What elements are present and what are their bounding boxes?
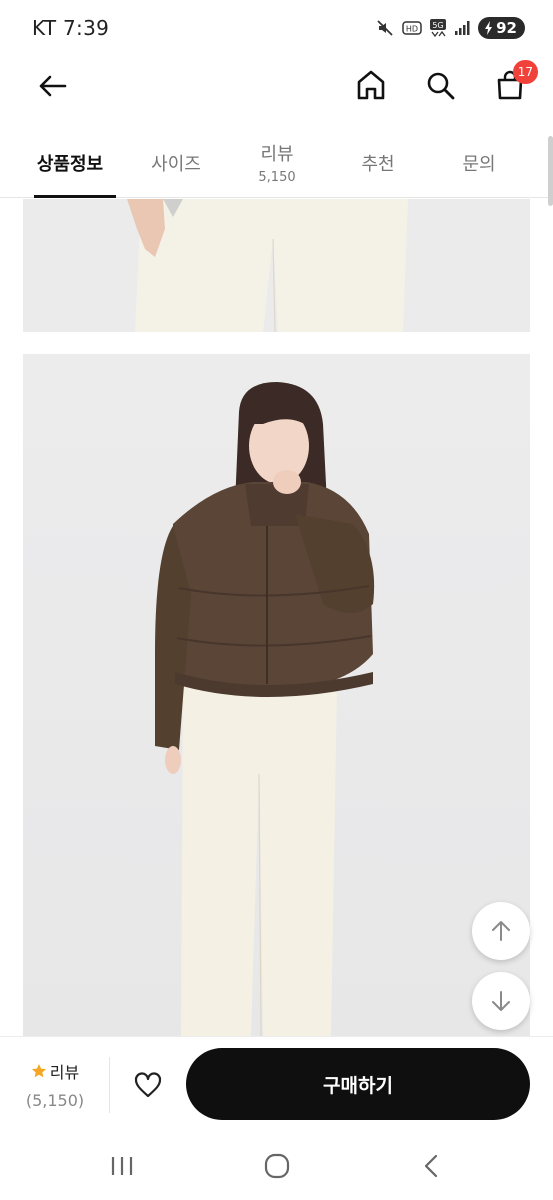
tab-recommend[interactable]: 추천: [342, 128, 414, 197]
wishlist-button[interactable]: [128, 1065, 168, 1105]
signal-icon: [454, 20, 470, 36]
arrow-left-icon: [39, 75, 67, 97]
status-icons: HD 5G 92: [376, 17, 525, 39]
scroll-top-button[interactable]: [472, 902, 530, 960]
review-summary-row: 리뷰: [22, 1059, 88, 1083]
page-scroll-thumb[interactable]: [548, 136, 553, 206]
mute-icon: [376, 19, 394, 37]
purchase-bar: 리뷰 (5,150) 구매하기: [0, 1036, 553, 1132]
home-icon: [357, 70, 385, 100]
network-5g-icon: 5G: [430, 19, 447, 37]
chevron-left-icon: [424, 1154, 438, 1178]
tab-product-info[interactable]: 상품정보: [0, 128, 140, 198]
product-tabs: 상품정보 사이즈 리뷰 5,150 추천 문의: [0, 128, 553, 198]
battery-indicator: 92: [478, 17, 525, 39]
svg-text:5G: 5G: [432, 21, 443, 30]
top-app-bar: 17: [0, 56, 553, 112]
tab-label: 상품정보: [36, 153, 104, 175]
product-image-main: [23, 354, 530, 1036]
home-nav-button[interactable]: [252, 1146, 302, 1186]
system-nav-bar: [0, 1132, 553, 1200]
product-image-top: [23, 199, 530, 332]
star-icon: [31, 1064, 46, 1078]
review-summary[interactable]: 리뷰 (5,150): [22, 1059, 88, 1110]
arrow-down-icon: [492, 991, 510, 1011]
tab-reviews[interactable]: 리뷰 5,150: [212, 128, 342, 197]
status-bar: KT 7:39 HD 5G 92: [0, 0, 553, 56]
heart-icon: [134, 1072, 162, 1098]
scroll-bottom-button[interactable]: [472, 972, 530, 1030]
search-icon: [427, 72, 455, 100]
review-count: (5,150): [25, 1091, 85, 1110]
review-label: 리뷰: [49, 1063, 80, 1082]
arrow-up-icon: [492, 921, 510, 941]
home-circle-icon: [264, 1153, 290, 1179]
recent-apps-button[interactable]: [97, 1146, 147, 1186]
battery-level: 92: [496, 19, 517, 37]
home-button[interactable]: [350, 64, 392, 106]
svg-text:HD: HD: [406, 25, 418, 34]
status-time: KT 7:39: [32, 16, 110, 40]
divider: [109, 1057, 110, 1113]
tab-review-count: 5,150: [258, 170, 296, 185]
tab-label: 리뷰: [260, 144, 294, 165]
cart-count-badge: 17: [512, 60, 538, 84]
hd-icon: HD: [402, 21, 422, 35]
back-nav-button[interactable]: [406, 1146, 456, 1186]
charging-icon: [485, 21, 493, 35]
buy-button[interactable]: 구매하기: [186, 1048, 530, 1120]
tab-label: 사이즈: [151, 153, 201, 175]
tab-label: 추천: [361, 153, 395, 175]
active-tab-indicator: [34, 195, 116, 198]
search-button[interactable]: [419, 64, 461, 106]
back-button[interactable]: [30, 66, 74, 106]
tab-label: 문의: [462, 153, 496, 175]
recent-apps-icon: [111, 1157, 133, 1175]
tab-size[interactable]: 사이즈: [140, 128, 212, 197]
tab-inquiry[interactable]: 문의: [414, 128, 544, 197]
cart-button[interactable]: 17: [488, 60, 538, 106]
